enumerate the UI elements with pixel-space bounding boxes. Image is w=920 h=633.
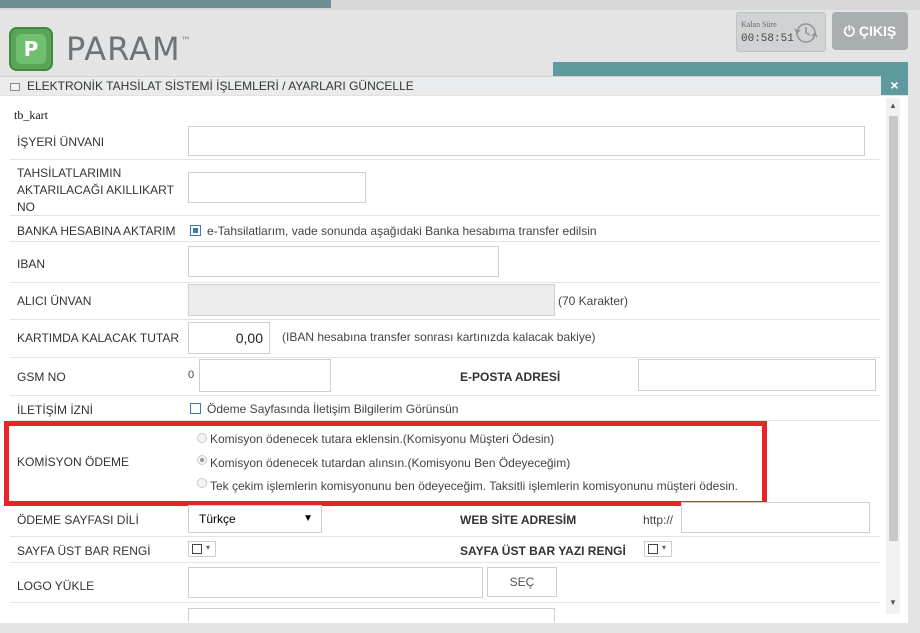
alici-unvan-label: ALICI ÜNVAN — [17, 294, 92, 308]
divider — [10, 159, 880, 160]
kartimda-kalacak-hint: (IBAN hesabına transfer sonrası kartınız… — [282, 330, 596, 344]
divider — [10, 319, 880, 320]
divider — [10, 562, 880, 563]
session-timer: Kalan Süre 00:58:51 — [736, 12, 826, 52]
eposta-input[interactable] — [638, 359, 876, 391]
isyeri-unvani-input[interactable] — [188, 126, 865, 156]
top-progress-fill — [0, 0, 331, 8]
akillikart-label: TAHSİLATLARIMIN AKTARILACAĞI AKILLIKART … — [17, 165, 174, 216]
web-site-prefix: http:// — [643, 513, 674, 527]
color-swatch — [192, 544, 202, 554]
divider — [10, 282, 880, 283]
param-logo-icon: P — [9, 27, 53, 71]
banka-aktarim-checkbox[interactable] — [190, 225, 201, 236]
power-icon: ⏻ — [843, 23, 855, 39]
sayfa-dili-value: Türkçe — [199, 512, 236, 526]
gsm-prefix: 0 — [188, 369, 195, 381]
iletisim-izni-checkbox[interactable] — [190, 403, 201, 414]
timer-value: 00:58:51 — [741, 33, 794, 45]
logout-label: ÇIKIŞ — [858, 23, 897, 39]
akillikart-label-line2: AKTARILACAĞI AKILLIKART — [17, 183, 174, 197]
scroll-up-icon[interactable]: ▲ — [889, 101, 897, 110]
akillikart-label-line3: NO — [17, 200, 35, 214]
window-icon — [10, 83, 20, 91]
logo-letter: P — [16, 34, 46, 64]
banka-aktarim-label: BANKA HESABINA AKTARIM — [17, 224, 176, 238]
scroll-down-icon[interactable]: ▼ — [889, 598, 897, 607]
web-site-label: WEB SİTE ADRESİM — [460, 513, 577, 527]
brand-text: PARAM — [66, 30, 181, 68]
ust-bar-rengi-label: SAYFA ÜST BAR RENGİ — [17, 544, 151, 558]
timer-label: Kalan Süre — [741, 20, 777, 29]
chevron-down-icon: ▼ — [303, 513, 313, 524]
logo-select-button[interactable]: SEÇ — [487, 567, 557, 597]
ust-bar-rengi-picker[interactable]: ▾ — [188, 541, 216, 557]
scrollbar-thumb[interactable] — [889, 116, 898, 541]
iban-label: IBAN — [17, 257, 46, 271]
refresh-clock-icon — [794, 23, 818, 43]
eposta-label: E-POSTA ADRESİ — [460, 370, 561, 384]
color-swatch — [648, 544, 658, 554]
dialog-title: ELEKTRONİK TAHSİLAT SİSTEMİ İŞLEMLERİ / … — [27, 79, 414, 93]
alici-unvan-input — [188, 284, 555, 316]
iletisim-izni-label: İLETİŞİM İZNİ — [17, 403, 94, 417]
divider — [10, 395, 880, 396]
divider — [10, 215, 880, 216]
divider — [10, 357, 880, 358]
brand-trademark: ™ — [180, 36, 192, 47]
ust-bar-yazi-picker[interactable]: ▾ — [644, 541, 672, 557]
logo-yukle-label: LOGO YÜKLE — [17, 579, 95, 593]
kartimda-kalacak-input[interactable]: 0,00 — [188, 322, 270, 354]
dialog-close-button[interactable]: × — [881, 76, 908, 95]
dialog-accent-bar — [553, 62, 908, 76]
isyeri-unvani-label: İŞYERİ ÜNVANI — [17, 135, 105, 149]
akillikart-label-line1: TAHSİLATLARIMIN — [17, 166, 122, 180]
brand-name: PARAM™ — [66, 30, 192, 68]
banka-aktarim-text: e-Tahsilatlarım, vade sonunda aşağıdaki … — [207, 224, 597, 238]
akillikart-input[interactable] — [188, 172, 366, 203]
section-title: tb_kart — [14, 108, 48, 122]
top-progress-strip — [0, 0, 920, 10]
iletisim-izni-text: Ödeme Sayfasında İletişim Bilgilerim Gör… — [207, 402, 459, 416]
next-field-input[interactable] — [188, 608, 555, 622]
divider — [10, 536, 880, 537]
alici-unvan-hint: (70 Karakter) — [558, 294, 629, 308]
iban-input[interactable] — [188, 246, 499, 277]
chevron-down-icon: ▾ — [206, 543, 211, 552]
logout-button[interactable]: ⏻ ÇIKIŞ — [832, 12, 908, 50]
gsm-input[interactable] — [199, 359, 331, 392]
logo-file-input[interactable] — [188, 567, 483, 598]
highlight-box — [4, 421, 767, 506]
divider — [10, 241, 880, 242]
web-site-input[interactable] — [681, 502, 870, 533]
kartimda-kalacak-label: KARTIMDA KALACAK TUTAR — [17, 331, 180, 345]
gsm-label: GSM NO — [17, 370, 66, 384]
sayfa-dili-label: ÖDEME SAYFASI DİLİ — [17, 513, 139, 527]
chevron-down-icon: ▾ — [662, 543, 667, 552]
divider — [10, 602, 880, 603]
vertical-scrollbar[interactable]: ▲ ▼ — [886, 98, 900, 614]
sayfa-dili-select[interactable]: Türkçe ▼ — [188, 505, 322, 533]
ust-bar-yazi-label: SAYFA ÜST BAR YAZI RENGİ — [460, 544, 626, 558]
dialog-title-bar: ELEKTRONİK TAHSİLAT SİSTEMİ İŞLEMLERİ / … — [0, 76, 908, 95]
